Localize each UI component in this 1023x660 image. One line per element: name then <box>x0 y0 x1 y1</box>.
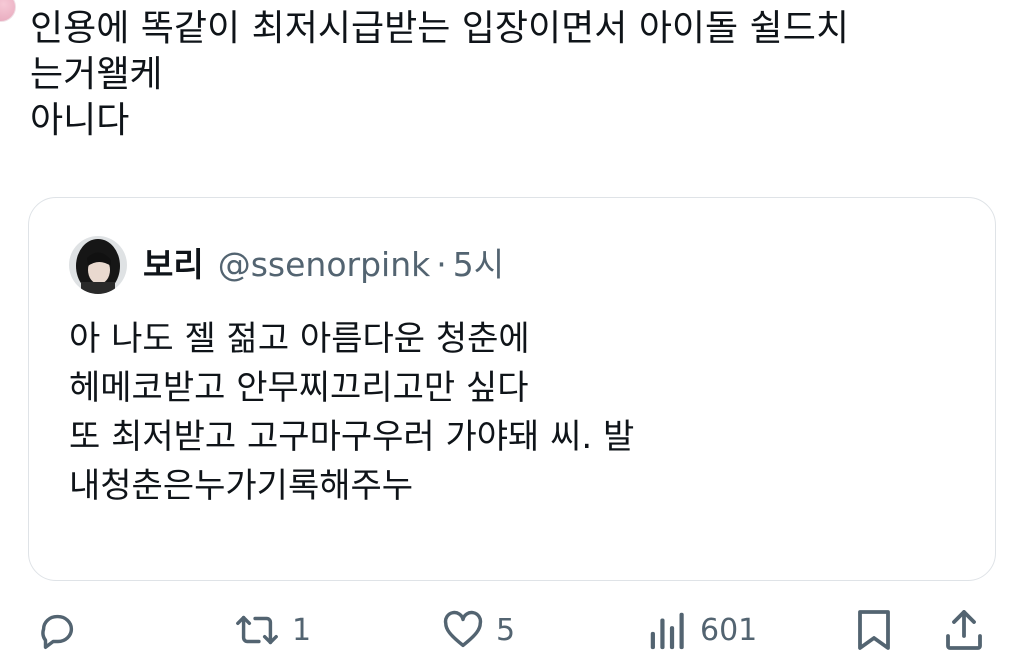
header-separator: · <box>436 245 447 284</box>
views-button[interactable]: 601 <box>646 605 757 655</box>
action-bar: 1 5 601 <box>0 605 1023 660</box>
quote-timestamp[interactable]: 5시 <box>453 242 504 288</box>
quote-text: 아 나도 젤 젊고 아름다운 청춘에 헤메코받고 안무찌끄리고만 싶다 또 최저… <box>69 315 969 511</box>
views-icon <box>646 607 690 653</box>
bookmark-button[interactable] <box>852 605 896 655</box>
tweet-text-line: 는거왤케 <box>30 54 163 95</box>
share-icon <box>942 606 986 654</box>
quote-text-line: 아 나도 젤 젊고 아름다운 청춘에 <box>69 319 530 359</box>
retweet-icon <box>232 607 282 653</box>
author-avatar[interactable] <box>0 0 16 22</box>
tweet-text-line: 인용에 똑같이 최저시급받는 입장이면서 아이돌 쉴드치 <box>30 8 849 49</box>
bookmark-icon <box>852 606 896 654</box>
quote-text-line: 또 최저받고 고구마구우러 가야돼 씨. 발 <box>69 417 635 457</box>
quote-text-line: 내청춘은누가기록해주누 <box>69 466 414 506</box>
quote-text-line: 헤메코받고 안무찌끄리고만 싶다 <box>69 368 529 408</box>
reply-icon <box>34 607 80 653</box>
like-count: 5 <box>496 612 516 648</box>
reply-button[interactable] <box>34 605 90 655</box>
tweet-root: 인용에 똑같이 최저시급받는 입장이면서 아이돌 쉴드치 는거왤케 아니다 보리… <box>0 0 1023 660</box>
quote-author-name[interactable]: 보리 <box>143 242 204 288</box>
share-button[interactable] <box>942 605 986 655</box>
tweet-text: 인용에 똑같이 최저시급받는 입장이면서 아이돌 쉴드치 는거왤케 아니다 <box>30 6 1010 144</box>
like-button[interactable]: 5 <box>440 605 515 655</box>
retweet-button[interactable]: 1 <box>232 605 311 655</box>
heart-icon <box>440 607 486 653</box>
tweet-text-line: 아니다 <box>30 100 130 141</box>
quote-author-handle[interactable]: @ssenorpink <box>218 242 431 288</box>
quote-header: 보리 @ssenorpink · 5시 <box>143 242 504 288</box>
quote-tweet-card[interactable]: 보리 @ssenorpink · 5시 아 나도 젤 젊고 아름다운 청춘에 헤… <box>28 197 996 581</box>
views-count: 601 <box>700 612 758 648</box>
quote-author-avatar[interactable] <box>69 236 127 294</box>
retweet-count: 1 <box>292 612 312 648</box>
